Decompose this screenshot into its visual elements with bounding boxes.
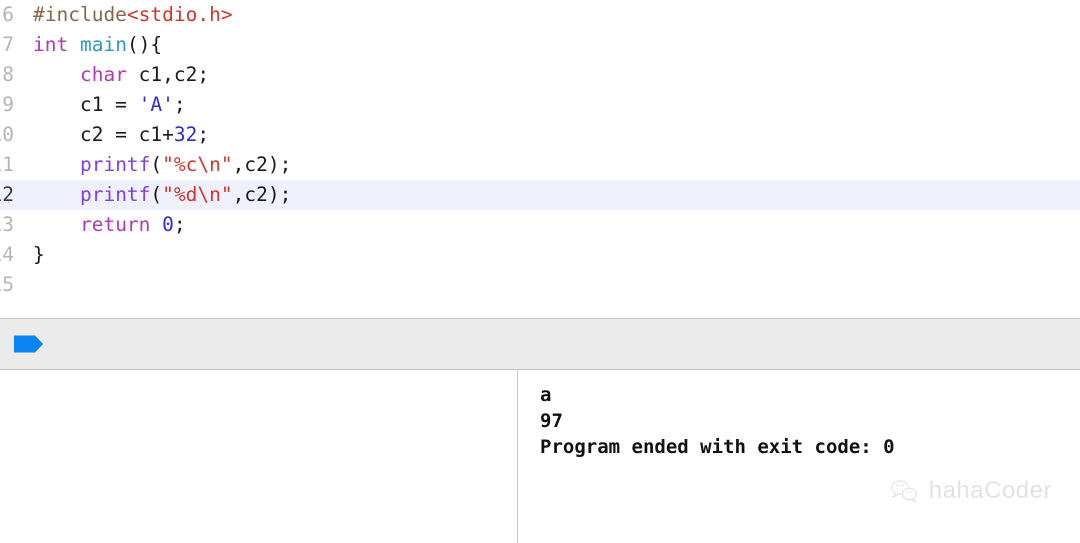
line-number: 15 bbox=[0, 273, 14, 296]
code-token-str: "%c\n" bbox=[162, 153, 233, 176]
debug-toolbar[interactable] bbox=[0, 319, 1080, 370]
blue-flag-icon[interactable] bbox=[14, 334, 44, 354]
code-token-kw: char bbox=[79, 63, 127, 86]
code-line[interactable]: 8 char c1,c2; bbox=[0, 60, 1080, 90]
line-number: 13 bbox=[0, 213, 14, 236]
code-token-plain: ; bbox=[197, 123, 210, 146]
code-line-list: 6 #include<stdio.h> 7 int main(){8 char c1,… bbox=[0, 0, 1080, 300]
code-token-plain: ,c2); bbox=[232, 183, 292, 206]
code-token-plain: (){ bbox=[126, 33, 163, 56]
code-token-num: 0 bbox=[162, 213, 174, 236]
code-token-call: printf bbox=[79, 153, 151, 176]
line-number: 7 bbox=[2, 33, 14, 56]
code-text: printf("%c\n",c2); bbox=[14, 150, 291, 180]
code-token-plain: ; bbox=[173, 213, 186, 236]
code-line[interactable]: 11 printf("%c\n",c2); bbox=[0, 150, 1080, 180]
code-token-hdr: <stdio.h> bbox=[126, 3, 233, 26]
watermark-text: hahaCoder bbox=[928, 477, 1052, 504]
console-line: Program ended with exit code: 0 bbox=[540, 436, 895, 458]
code-line[interactable]: 12 printf("%d\n",c2); bbox=[0, 180, 1080, 210]
line-number: 10 bbox=[0, 123, 14, 146]
code-line[interactable]: 15 bbox=[0, 270, 1080, 300]
code-token-plain: ; bbox=[173, 93, 186, 116]
code-text: #include<stdio.h> bbox=[14, 0, 233, 30]
code-token-kw: int bbox=[33, 33, 80, 56]
code-token-plain: } bbox=[33, 243, 45, 266]
code-token-pre: #include bbox=[33, 3, 127, 26]
code-token-char: 'A' bbox=[138, 93, 174, 116]
bottom-area: a 97 Program ended with exit code: 0 hah… bbox=[0, 370, 1080, 543]
code-line[interactable]: 10 c2 = c1+32; bbox=[0, 120, 1080, 150]
code-token-str: "%d\n" bbox=[162, 183, 233, 206]
watermark: hahaCoder bbox=[890, 477, 1052, 505]
xcode-window: 6 #include<stdio.h> 7 int main(){8 char c1,… bbox=[0, 0, 1080, 543]
console-output: a 97 Program ended with exit code: 0 bbox=[540, 382, 1080, 460]
code-token-plain: ( bbox=[150, 153, 163, 176]
wechat-icon bbox=[890, 478, 920, 504]
code-line[interactable]: 7 int main(){ bbox=[0, 30, 1080, 60]
code-token-kw: return bbox=[79, 213, 151, 236]
code-line[interactable]: 9 c1 = 'A'; bbox=[0, 90, 1080, 120]
variables-pane[interactable] bbox=[0, 370, 518, 543]
code-token-call: printf bbox=[79, 183, 151, 206]
code-token-plain: c2 = c1+ bbox=[33, 123, 174, 146]
code-text: char c1,c2; bbox=[14, 60, 209, 90]
code-token-plain: c1 = bbox=[33, 93, 139, 116]
line-number: 6 bbox=[2, 3, 14, 26]
code-text: int main(){ bbox=[14, 30, 162, 60]
code-token-plain: c1,c2; bbox=[126, 63, 210, 86]
console-line: 97 bbox=[540, 410, 563, 432]
code-text: } bbox=[14, 240, 45, 270]
code-token-plain: ,c2); bbox=[232, 153, 292, 176]
console-line: a bbox=[540, 384, 552, 406]
line-number: 9 bbox=[2, 93, 14, 116]
console-pane[interactable]: a 97 Program ended with exit code: 0 hah… bbox=[518, 370, 1080, 543]
line-number: 14 bbox=[0, 243, 14, 266]
code-text: printf("%d\n",c2); bbox=[14, 180, 291, 210]
code-token-num: 32 bbox=[173, 123, 198, 146]
line-number: 8 bbox=[2, 63, 14, 86]
line-number: 11 bbox=[0, 153, 14, 176]
code-token-plain: ( bbox=[150, 183, 163, 206]
code-line[interactable]: 6 #include<stdio.h> bbox=[0, 0, 1080, 30]
code-text: c2 = c1+32; bbox=[14, 120, 209, 150]
code-text: c1 = 'A'; bbox=[14, 90, 186, 120]
code-token-fn: main bbox=[79, 33, 127, 56]
code-line[interactable]: 14} bbox=[0, 240, 1080, 270]
code-line[interactable]: 13 return 0; bbox=[0, 210, 1080, 240]
code-text: return 0; bbox=[14, 210, 186, 240]
code-editor[interactable]: 6 #include<stdio.h> 7 int main(){8 char c1,… bbox=[0, 0, 1080, 318]
line-number: 12 bbox=[0, 183, 14, 206]
